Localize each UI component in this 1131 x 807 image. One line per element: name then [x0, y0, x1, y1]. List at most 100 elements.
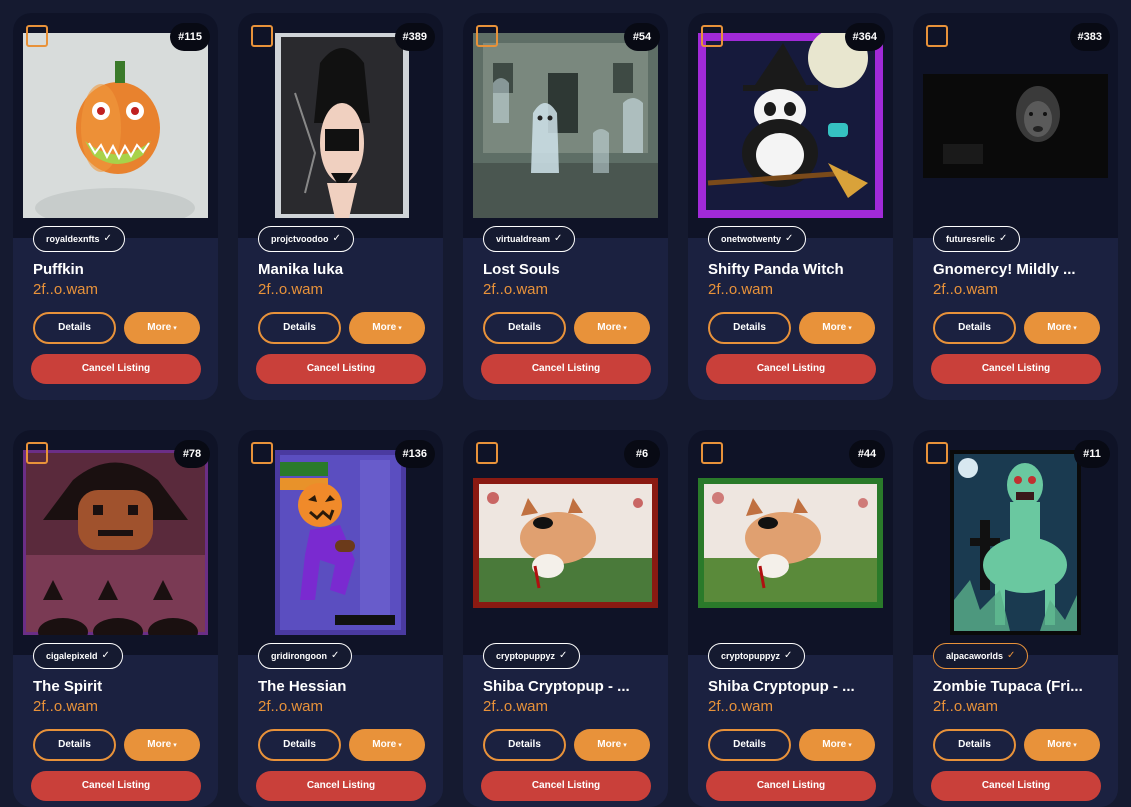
collection-tag[interactable]: virtualdream ✓	[483, 226, 576, 252]
nft-image[interactable]	[473, 33, 658, 218]
nft-image[interactable]	[698, 33, 883, 218]
more-label: More	[822, 739, 847, 750]
owner-account[interactable]: 2f..o.wam	[258, 281, 323, 298]
details-button[interactable]: Details	[33, 312, 116, 344]
collection-tag[interactable]: cryptopuppyz ✓	[483, 643, 581, 669]
nft-card: #44 cryptopuppyz ✓ Shiba Cryptopup - ... …	[688, 430, 893, 807]
nft-image[interactable]	[23, 450, 208, 635]
more-dropdown-button[interactable]: More ▾	[1024, 312, 1100, 344]
mint-number-badge: #136	[394, 440, 435, 468]
more-label: More	[147, 739, 172, 750]
owner-account[interactable]: 2f..o.wam	[33, 698, 98, 715]
owner-account[interactable]: 2f..o.wam	[708, 698, 773, 715]
cancel-listing-button[interactable]: Cancel Listing	[31, 771, 201, 801]
select-checkbox[interactable]	[26, 25, 48, 47]
cancel-listing-button[interactable]: Cancel Listing	[256, 354, 426, 384]
nft-image[interactable]	[923, 74, 1108, 178]
details-button[interactable]: Details	[483, 729, 566, 761]
nft-image[interactable]	[275, 33, 409, 218]
select-checkbox[interactable]	[926, 25, 948, 47]
more-dropdown-button[interactable]: More ▾	[349, 729, 425, 761]
details-button[interactable]: Details	[708, 729, 791, 761]
collection-tag[interactable]: royaldexnfts ✓	[33, 226, 125, 252]
more-dropdown-button[interactable]: More ▾	[574, 312, 650, 344]
more-label: More	[372, 739, 397, 750]
collection-name: cryptopuppyz	[496, 651, 556, 661]
cancel-listing-button[interactable]: Cancel Listing	[481, 771, 651, 801]
collection-tag[interactable]: onetwotwenty ✓	[708, 226, 807, 252]
nft-image[interactable]	[23, 33, 208, 218]
nft-image[interactable]	[473, 478, 658, 608]
cancel-listing-button[interactable]: Cancel Listing	[706, 354, 876, 384]
details-button[interactable]: Details	[483, 312, 566, 344]
cancel-listing-button[interactable]: Cancel Listing	[931, 771, 1101, 801]
caret-down-icon: ▾	[848, 325, 852, 332]
collection-tag[interactable]: futuresrelic ✓	[933, 226, 1021, 252]
more-dropdown-button[interactable]: More ▾	[574, 729, 650, 761]
collection-name: cigalepixeld	[46, 651, 98, 661]
collection-name: onetwotwenty	[721, 234, 781, 244]
collection-name: royaldexnfts	[46, 234, 100, 244]
nft-card: #383 futuresrelic ✓ Gnomercy! Mildly ... …	[913, 13, 1118, 400]
caret-down-icon: ▾	[173, 325, 177, 332]
mint-number-badge: #44	[849, 440, 885, 468]
cancel-listing-button[interactable]: Cancel Listing	[31, 354, 201, 384]
collection-tag[interactable]: cryptopuppyz ✓	[708, 643, 806, 669]
owner-account[interactable]: 2f..o.wam	[483, 281, 548, 298]
select-checkbox[interactable]	[476, 25, 498, 47]
details-button[interactable]: Details	[258, 312, 341, 344]
select-checkbox[interactable]	[26, 442, 48, 464]
more-dropdown-button[interactable]: More ▾	[799, 312, 875, 344]
more-dropdown-button[interactable]: More ▾	[799, 729, 875, 761]
select-checkbox[interactable]	[926, 442, 948, 464]
cancel-listing-button[interactable]: Cancel Listing	[256, 771, 426, 801]
owner-account[interactable]: 2f..o.wam	[933, 281, 998, 298]
more-dropdown-button[interactable]: More ▾	[1024, 729, 1100, 761]
collection-tag[interactable]: cigalepixeld ✓	[33, 643, 123, 669]
owner-account[interactable]: 2f..o.wam	[33, 281, 98, 298]
nft-image[interactable]	[275, 450, 406, 635]
more-label: More	[1047, 739, 1072, 750]
nft-title: The Spirit	[33, 678, 103, 695]
more-dropdown-button[interactable]: More ▾	[349, 312, 425, 344]
owner-account[interactable]: 2f..o.wam	[933, 698, 998, 715]
owner-account[interactable]: 2f..o.wam	[258, 698, 323, 715]
caret-down-icon: ▾	[623, 742, 627, 749]
collection-name: projctvoodoo	[271, 234, 329, 244]
nft-image[interactable]	[698, 478, 883, 608]
collection-tag[interactable]: projctvoodoo ✓	[258, 226, 354, 252]
verified-check-icon: ✓	[785, 233, 794, 244]
details-button[interactable]: Details	[708, 312, 791, 344]
nft-title: Manika luka	[258, 261, 344, 278]
select-checkbox[interactable]	[701, 442, 723, 464]
details-button[interactable]: Details	[933, 312, 1016, 344]
more-label: More	[597, 322, 622, 333]
details-button[interactable]: Details	[933, 729, 1016, 761]
caret-down-icon: ▾	[1073, 742, 1077, 749]
mint-number-badge: #383	[1069, 23, 1110, 51]
cancel-listing-button[interactable]: Cancel Listing	[481, 354, 651, 384]
nft-title: Shifty Panda Witch	[708, 261, 844, 278]
select-checkbox[interactable]	[251, 442, 273, 464]
owner-account[interactable]: 2f..o.wam	[483, 698, 548, 715]
nft-title: Zombie Tupaca (Fri...	[933, 678, 1083, 695]
details-button[interactable]: Details	[258, 729, 341, 761]
mint-number-badge: #6	[624, 440, 660, 468]
select-checkbox[interactable]	[251, 25, 273, 47]
cancel-listing-button[interactable]: Cancel Listing	[931, 354, 1101, 384]
select-checkbox[interactable]	[476, 442, 498, 464]
collection-tag[interactable]: alpacaworlds ✓	[933, 643, 1029, 669]
nft-title: Puffkin	[33, 261, 84, 278]
cancel-listing-button[interactable]: Cancel Listing	[706, 771, 876, 801]
details-button[interactable]: Details	[33, 729, 116, 761]
mint-number-badge: #389	[394, 23, 435, 51]
more-label: More	[822, 322, 847, 333]
nft-image[interactable]	[950, 450, 1081, 635]
more-dropdown-button[interactable]: More ▾	[124, 312, 200, 344]
collection-tag[interactable]: gridirongoon ✓	[258, 643, 353, 669]
owner-account[interactable]: 2f..o.wam	[708, 281, 773, 298]
nft-card: #115 royaldexnfts ✓ Puffkin 2f..o.wam Det…	[13, 13, 218, 400]
select-checkbox[interactable]	[701, 25, 723, 47]
verified-check-icon: ✓	[999, 233, 1008, 244]
more-dropdown-button[interactable]: More ▾	[124, 729, 200, 761]
